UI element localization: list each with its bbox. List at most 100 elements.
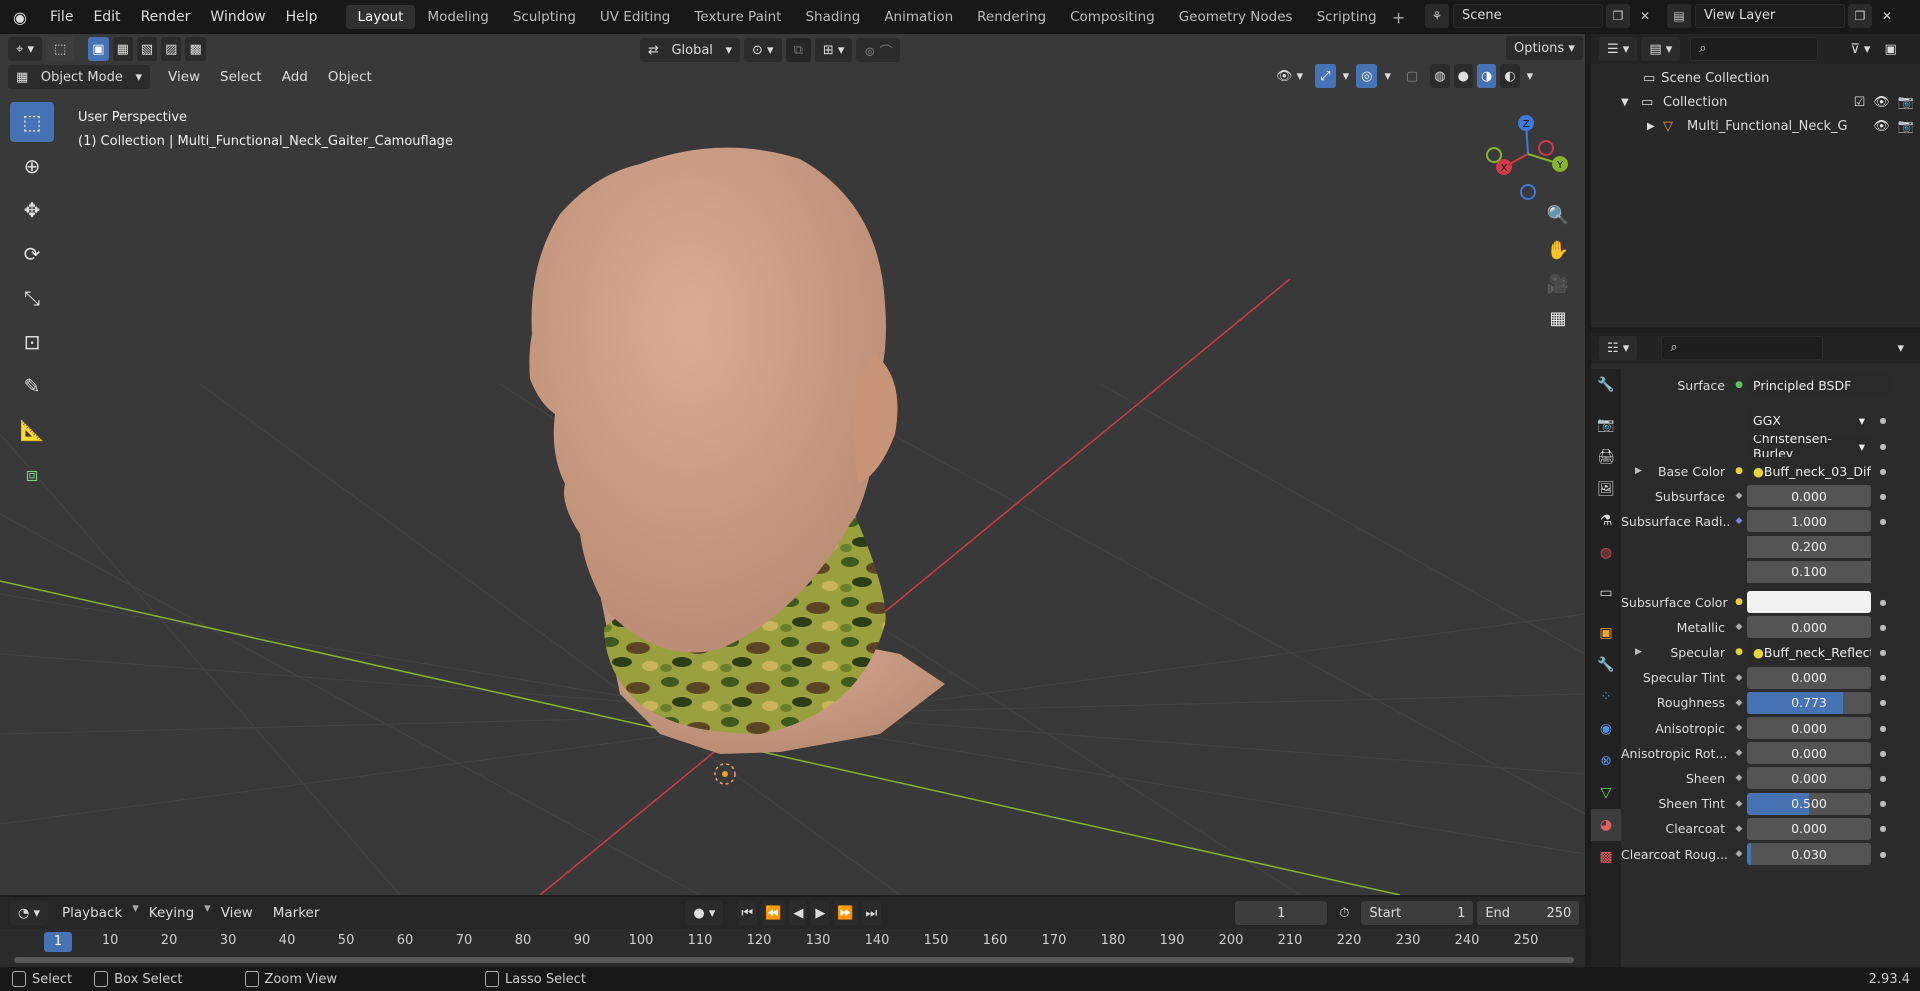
numeric-slider-field[interactable]: 0.000 <box>1747 742 1871 765</box>
wireframe-shading-icon[interactable]: ◍ <box>1430 64 1450 88</box>
play-reverse-icon[interactable]: ◀ <box>789 901 808 925</box>
numeric-slider-field[interactable]: 0.000 <box>1747 817 1871 840</box>
keyframe-dot-icon[interactable]: ● <box>1875 749 1891 758</box>
viewport-menu-view[interactable]: View <box>158 65 210 89</box>
jump-keyframe-back-icon[interactable]: ⏪ <box>761 901 786 925</box>
tab-sculpting[interactable]: Sculpting <box>501 5 588 29</box>
add-cube-tool-icon[interactable]: ⧈ <box>10 454 54 494</box>
subsurface-color-swatch[interactable] <box>1747 591 1871 613</box>
menu-help[interactable]: Help <box>276 0 328 34</box>
options-dropdown[interactable]: Options ▾ <box>1506 36 1585 60</box>
exclude-checkbox[interactable]: ☑ <box>1854 95 1866 110</box>
tab-layout[interactable]: Layout <box>345 5 416 29</box>
texture-link-field[interactable]: ● Buff_neck_03_Diffus... <box>1747 460 1871 482</box>
3d-viewport[interactable]: ⌖ ▾ ⬚ ▣ ▦ ▧ ▨ ▩ ⇄ Global ▾ ⊙ ▾ ⧉ ⊞ ▾ ⊚ ⌒ O… <box>0 34 1585 895</box>
properties-search-input[interactable]: ⌕ <box>1661 336 1824 360</box>
surface-shader-field[interactable]: Principled BSDF <box>1747 374 1893 396</box>
scene-tab-icon[interactable]: ⚗ <box>1591 505 1621 537</box>
timeline-menu-marker[interactable]: Marker <box>263 901 330 925</box>
tab-scripting[interactable]: Scripting <box>1305 5 1389 29</box>
frame-ruler[interactable]: 10 20 30 40 50 60 70 80 90 100 110 120 130 140 150 160 1… <box>0 933 1585 955</box>
outliner-object-row[interactable]: ▶ ▽ Multi_Functional_Neck_G 👁 📷 <box>1591 114 1920 138</box>
scene-name-field[interactable]: Scene <box>1453 4 1603 28</box>
subsurface-method-dropdown[interactable]: Christensen-Burley ▾ <box>1747 435 1871 457</box>
outliner-collection-row[interactable]: ▼ ▭ Collection ☑ 👁 📷 <box>1591 90 1920 114</box>
material-preview-icon[interactable]: ◑ <box>1476 64 1497 88</box>
keyframe-dot-icon[interactable]: ● <box>1875 698 1891 707</box>
render-camera-icon[interactable]: 📷 <box>1898 95 1914 110</box>
keyframe-dot-icon[interactable]: ● <box>1875 850 1891 859</box>
copy-scene-icon[interactable]: ❐ <box>1606 4 1630 28</box>
ortho-toggle-icon[interactable]: ▦ <box>1542 302 1574 334</box>
properties-editor-type-button[interactable]: ☷ ▾ <box>1599 336 1638 360</box>
numeric-slider-field[interactable]: 0.000 <box>1747 717 1871 739</box>
keyframe-dot-icon[interactable]: ● <box>1875 824 1891 833</box>
preview-range-icon[interactable]: ⏱ <box>1331 901 1357 925</box>
overlay-dropdown[interactable]: ▾ <box>1381 64 1394 88</box>
timeline-editor-type-button[interactable]: ◔ ▾ <box>10 901 49 925</box>
end-frame-field[interactable]: End 250 <box>1477 901 1580 925</box>
constraints-tab-icon[interactable]: ⊗ <box>1591 745 1621 777</box>
numeric-slider-field[interactable]: 0.030 <box>1747 843 1871 865</box>
menu-render[interactable]: Render <box>131 0 201 34</box>
collapse-arrow-icon[interactable]: ▶ <box>1647 121 1663 132</box>
transform-orientation-dropdown[interactable]: ⇄ Global ▾ <box>640 38 740 62</box>
tab-animation[interactable]: Animation <box>872 5 965 29</box>
texture-link-field[interactable]: ● Buff_neck_Reflect.p... <box>1747 641 1871 664</box>
start-frame-field[interactable]: Start 1 <box>1361 901 1474 925</box>
outliner-display-mode-button[interactable]: ▤ ▾ <box>1641 37 1681 61</box>
current-frame-field[interactable]: 1 <box>1235 901 1328 925</box>
current-frame-indicator[interactable]: 1 <box>44 932 72 952</box>
keyframe-dot-icon[interactable]: ● <box>1875 598 1891 607</box>
visibility-eye-icon[interactable]: 👁 <box>1873 95 1890 110</box>
keyframe-dot-icon[interactable]: ● <box>1875 774 1891 783</box>
timeline-menu-keying[interactable]: Keying <box>139 901 204 925</box>
tab-compositing[interactable]: Compositing <box>1058 5 1167 29</box>
visibility-dropdown[interactable]: 👁 ▾ <box>1268 64 1311 88</box>
tool-tab-icon[interactable]: 🔧 <box>1591 369 1621 401</box>
expand-arrow-icon[interactable]: ▶ <box>1635 647 1642 657</box>
texture-tab-icon[interactable]: ▩ <box>1591 841 1621 873</box>
keyframe-dot-icon[interactable]: ● <box>1875 799 1891 808</box>
editor-type-button[interactable]: ⌖ ▾ <box>8 37 42 61</box>
visibility-eye-icon[interactable]: 👁 <box>1873 119 1890 134</box>
outliner-scene-collection[interactable]: ▭ Scene Collection <box>1591 66 1920 90</box>
distribution-dropdown[interactable]: GGX ▾ <box>1747 409 1871 431</box>
numeric-slider-field[interactable]: 0.000 <box>1747 616 1871 639</box>
numeric-slider-field[interactable]: 0.000 <box>1747 666 1871 689</box>
select-mode-button[interactable]: ⬚ <box>45 37 75 61</box>
timeline-menu-playback[interactable]: Playback <box>52 901 132 925</box>
copy-view-layer-icon[interactable]: ❐ <box>1848 4 1872 28</box>
object-tab-icon[interactable]: ▣ <box>1591 617 1621 649</box>
keyframe-dot-icon[interactable]: ● <box>1875 623 1891 632</box>
collection-tab-icon[interactable]: ▭ <box>1591 577 1621 609</box>
menu-file[interactable]: File <box>40 0 83 34</box>
numeric-slider-field[interactable]: 0.000 <box>1747 485 1871 508</box>
menu-edit[interactable]: Edit <box>83 0 130 34</box>
move-tool-icon[interactable]: ✥ <box>10 190 54 230</box>
rotate-tool-icon[interactable]: ⟳ <box>10 234 54 274</box>
output-tab-icon[interactable]: 🖨 <box>1591 441 1621 473</box>
keyframe-dot-icon[interactable]: ● <box>1875 673 1891 682</box>
gizmo-toggle[interactable]: ⤢ <box>1315 64 1336 88</box>
navigation-gizmo[interactable]: Z Y X <box>1480 104 1580 204</box>
material-tab-icon[interactable]: ◕ <box>1591 809 1621 841</box>
jump-end-icon[interactable]: ⏭ <box>861 901 882 925</box>
new-collection-icon[interactable]: ▣ <box>1882 37 1898 61</box>
keyframe-dot-icon[interactable]: ● <box>1875 416 1891 425</box>
keyframe-dot-icon[interactable]: ● <box>1875 492 1891 501</box>
xray-toggle[interactable]: ▢ <box>1398 64 1426 88</box>
view-layer-icon[interactable]: ▤ <box>1667 4 1691 28</box>
expand-arrow-icon[interactable]: ▶ <box>1635 466 1642 476</box>
viewport-menu-add[interactable]: Add <box>272 65 318 89</box>
select-extend-icon[interactable]: ▦ <box>112 37 133 61</box>
select-intersect-icon[interactable]: ▩ <box>185 37 206 61</box>
tab-geometry-nodes[interactable]: Geometry Nodes <box>1167 5 1305 29</box>
view-layer-tab-icon[interactable]: 🖼 <box>1591 473 1621 505</box>
select-box-tool-icon[interactable]: ⬚ <box>10 102 54 142</box>
outliner-filter-icon[interactable]: ⊽ ▾ <box>1842 37 1878 61</box>
measure-tool-icon[interactable]: 📐 <box>10 410 54 450</box>
add-workspace-icon[interactable]: + <box>1389 8 1409 27</box>
snap-toggle-button[interactable]: ⧉ <box>785 38 811 62</box>
solid-shading-icon[interactable]: ● <box>1453 64 1473 88</box>
